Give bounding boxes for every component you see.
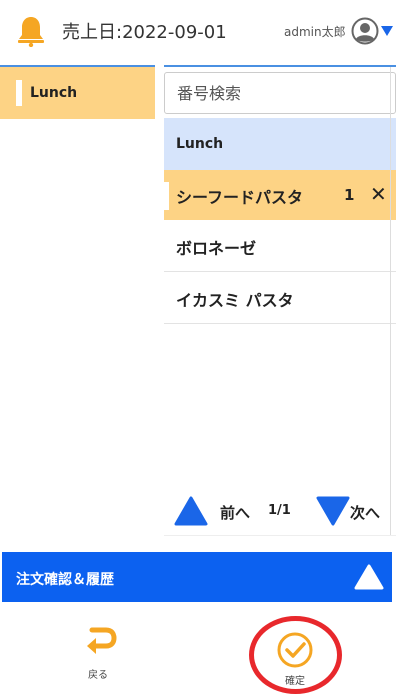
category-label: Lunch xyxy=(30,85,78,101)
product-item-seafood-pasta[interactable]: シーフードパスタ 1 ✕ xyxy=(164,170,396,221)
pagination: 前へ 1/1 次へ xyxy=(164,490,396,534)
sales-date: 売上日:2022-09-01 xyxy=(62,22,227,43)
app-header: 売上日:2022-09-01 admin太郎 xyxy=(0,0,400,62)
product-item-squid-ink-pasta[interactable]: イカスミ パスタ xyxy=(164,273,396,324)
product-group-title: Lunch xyxy=(176,136,224,152)
prev-page-button[interactable]: 前へ xyxy=(174,496,250,528)
chevron-down-icon[interactable] xyxy=(381,26,393,36)
next-page-button[interactable]: 次へ xyxy=(316,496,394,528)
product-name: イカスミ パスタ xyxy=(176,291,294,310)
divider xyxy=(390,67,391,535)
selected-marker xyxy=(16,80,22,106)
category-item-lunch[interactable]: Lunch xyxy=(0,67,155,119)
triangle-up-icon xyxy=(174,496,208,526)
next-page-label: 次へ xyxy=(350,504,381,522)
order-history-bar[interactable]: 注文確認＆履歴 xyxy=(2,552,392,602)
product-name: シーフードパスタ xyxy=(176,188,304,207)
footer-toolbar: 戻る 確定 xyxy=(0,604,400,697)
search-input[interactable] xyxy=(164,72,396,114)
order-history-label: 注文確認＆履歴 xyxy=(16,572,114,588)
check-circle-icon xyxy=(277,632,313,668)
product-item-bolognese[interactable]: ボロネーゼ xyxy=(164,221,396,272)
close-icon[interactable]: ✕ xyxy=(370,182,387,206)
prev-page-label: 前へ xyxy=(220,504,251,522)
confirm-button[interactable]: 確定 xyxy=(249,616,342,694)
return-arrow-icon xyxy=(87,627,117,654)
quantity-badge: 1 xyxy=(344,186,355,204)
selected-marker xyxy=(164,182,169,210)
divider xyxy=(164,535,396,536)
bell-icon[interactable] xyxy=(16,15,46,47)
category-panel: Lunch xyxy=(0,67,155,535)
product-group-header: Lunch xyxy=(164,118,396,170)
page-indicator: 1/1 xyxy=(268,503,291,518)
triangle-down-icon xyxy=(316,496,350,526)
product-name: ボロネーゼ xyxy=(176,239,257,258)
divider xyxy=(164,65,396,67)
triangle-up-icon[interactable] xyxy=(354,564,384,590)
user-name[interactable]: admin太郎 xyxy=(284,23,346,40)
back-label: 戻る xyxy=(88,670,108,681)
back-button[interactable]: 戻る xyxy=(74,626,126,686)
user-avatar-icon[interactable] xyxy=(351,17,379,45)
confirm-label: 確定 xyxy=(285,676,305,687)
